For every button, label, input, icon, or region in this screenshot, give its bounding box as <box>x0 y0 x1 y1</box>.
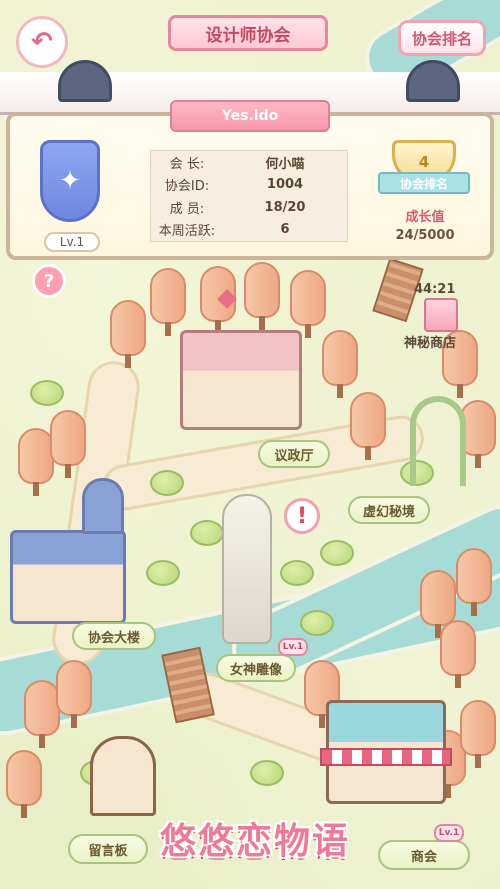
message-board[interactable] <box>90 736 156 816</box>
back-arrow-icon: ↶ <box>31 27 53 57</box>
tree <box>24 680 60 750</box>
question-icon: ? <box>43 270 55 292</box>
tree <box>50 410 86 480</box>
page-title: 设计师协会 <box>168 15 328 51</box>
rank-ribbon: 协会排名 <box>378 172 470 194</box>
back-button[interactable]: ↶ <box>16 16 68 68</box>
tree <box>18 428 54 498</box>
tree <box>456 548 492 618</box>
tree <box>440 620 476 690</box>
dream-gate[interactable] <box>410 396 466 486</box>
tree <box>150 268 186 338</box>
bush <box>30 380 64 406</box>
tree <box>460 700 496 770</box>
bush <box>320 540 354 566</box>
bush <box>300 610 334 636</box>
guild-map-screen: ↶ 设计师协会 协会排名 Yes.ldo ✦ Lv.1 会 长: 何小喵 协会ID… <box>0 0 500 889</box>
alert-bubble[interactable]: ! <box>284 498 320 534</box>
goddess-statue-sign[interactable]: 女神雕像 <box>216 654 296 682</box>
exclamation-icon: ! <box>296 503 308 529</box>
mystery-shop-building[interactable] <box>424 298 458 332</box>
guild-tower-building[interactable] <box>10 530 126 624</box>
info-row-activity: 本周活跃: 6 <box>158 222 290 240</box>
tree <box>322 330 358 400</box>
guild-name-ribbon: Yes.ldo <box>170 100 330 132</box>
tree <box>6 750 42 820</box>
info-row-members: 成 员: 18/20 <box>169 199 306 217</box>
guild-rank-button[interactable]: 协会排名 <box>398 20 486 56</box>
help-button[interactable]: ? <box>32 264 66 298</box>
bush <box>250 760 284 786</box>
game-logo: 悠悠恋物语 <box>159 821 350 862</box>
palace-dome-left <box>58 60 112 102</box>
wing-emblem-icon: ✦ <box>40 140 100 222</box>
bush <box>280 560 314 586</box>
bush <box>150 470 184 496</box>
guild-tower-spire <box>82 478 124 534</box>
tree <box>350 392 386 462</box>
store-awning <box>320 748 452 766</box>
goddess-level-badge: Lv.1 <box>278 638 308 656</box>
growth-value: 24/5000 <box>395 228 455 243</box>
info-row-id: 协会ID: 1004 <box>164 177 304 195</box>
tree <box>244 262 280 332</box>
tree <box>56 660 92 730</box>
council-hall-sign[interactable]: 议政厅 <box>258 440 330 468</box>
guild-info-table: 会 长: 何小喵 协会ID: 1004 成 员: 18/20 本周活跃: 6 <box>150 150 348 242</box>
guild-level: Lv.1 <box>44 232 100 252</box>
store-sign[interactable]: 商会 <box>378 840 470 870</box>
guild-tower-sign[interactable]: 协会大楼 <box>72 622 156 650</box>
info-row-leader: 会 长: 何小喵 <box>169 156 305 172</box>
growth-label: 成长值 <box>405 210 445 225</box>
shop-timer: 44:21 <box>414 282 456 297</box>
goddess-statue[interactable] <box>222 494 272 644</box>
bush <box>146 560 180 586</box>
dream-realm-sign[interactable]: 虚幻秘境 <box>348 496 430 524</box>
bush <box>190 520 224 546</box>
tree <box>110 300 146 370</box>
message-board-sign[interactable]: 留言板 <box>68 834 148 864</box>
store-level-badge: Lv.1 <box>434 824 464 842</box>
mystery-shop-label[interactable]: 神秘商店 <box>404 332 456 351</box>
council-hall-building[interactable] <box>180 330 302 430</box>
